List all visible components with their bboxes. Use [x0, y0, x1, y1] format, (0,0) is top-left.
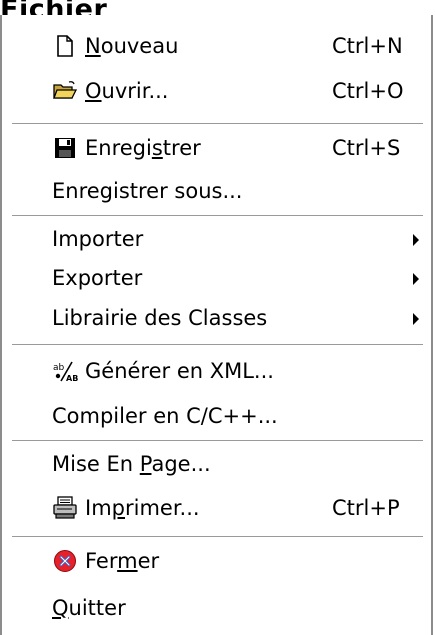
- shortcut-label: Ctrl+N: [332, 34, 403, 58]
- menu-item-label: Importer: [52, 227, 144, 251]
- close-red-icon: [52, 548, 78, 574]
- new-document-icon: [52, 33, 78, 59]
- shortcut-label: Ctrl+P: [332, 496, 400, 520]
- file-menu: Nouveau Ctrl+N Ouvrir... Ctrl+O Enregist…: [0, 15, 433, 635]
- shortcut-label: Ctrl+O: [332, 79, 404, 103]
- submenu-arrow-icon: [413, 313, 419, 325]
- menu-item-label: Librairie des Classes: [52, 306, 268, 330]
- menu-item-label: Fermer: [85, 549, 160, 573]
- menu-item-label: Générer en XML...: [85, 359, 274, 383]
- menu-item-nouveau[interactable]: Nouveau Ctrl+N: [2, 28, 431, 64]
- menu-separator: [12, 536, 423, 538]
- menu-item-label: Enregistrer sous...: [52, 179, 243, 203]
- menu-separator: [12, 440, 423, 442]
- menu-item-librairie-des-classes[interactable]: Librairie des Classes: [2, 300, 431, 336]
- menu-item-imprimer[interactable]: Imprimer... Ctrl+P: [2, 490, 431, 526]
- menu-separator: [12, 123, 423, 125]
- menu-item-exporter[interactable]: Exporter: [2, 260, 431, 296]
- menu-item-label: Imprimer...: [85, 496, 200, 520]
- save-disk-icon: [52, 135, 78, 161]
- menu-item-label: Exporter: [52, 266, 143, 290]
- menu-item-label: Ouvrir...: [85, 79, 169, 103]
- menu-item-label: Mise En Page...: [52, 452, 211, 476]
- shortcut-label: Ctrl+S: [332, 136, 401, 160]
- menu-item-mise-en-page[interactable]: Mise En Page...: [2, 446, 431, 482]
- menu-item-generer-xml[interactable]: ab AB Générer en XML...: [2, 353, 431, 389]
- menu-separator: [12, 344, 423, 346]
- menu-item-fermer[interactable]: Fermer: [2, 543, 431, 579]
- printer-icon: [52, 495, 78, 521]
- submenu-arrow-icon: [413, 234, 419, 246]
- open-folder-icon: [52, 78, 78, 104]
- menu-item-label: Enregistrer: [85, 136, 201, 160]
- menu-item-quitter[interactable]: Quitter: [2, 590, 431, 626]
- menu-item-label: Nouveau: [85, 34, 179, 58]
- submenu-arrow-icon: [413, 273, 419, 285]
- menu-item-label: Compiler en C/C++...: [52, 404, 278, 428]
- menu-item-compiler[interactable]: Compiler en C/C++...: [2, 398, 431, 434]
- menu-separator: [12, 215, 423, 217]
- menu-item-enregistrer-sous[interactable]: Enregistrer sous...: [2, 173, 431, 209]
- menu-item-label: Quitter: [52, 596, 126, 620]
- svg-text:ab: ab: [53, 363, 65, 373]
- menu-item-importer[interactable]: Importer: [2, 221, 431, 257]
- menu-item-enregistrer[interactable]: Enregistrer Ctrl+S: [2, 130, 431, 166]
- svg-text:AB: AB: [66, 374, 78, 383]
- menu-item-ouvrir[interactable]: Ouvrir... Ctrl+O: [2, 73, 431, 109]
- generate-xml-icon: ab AB: [52, 358, 78, 384]
